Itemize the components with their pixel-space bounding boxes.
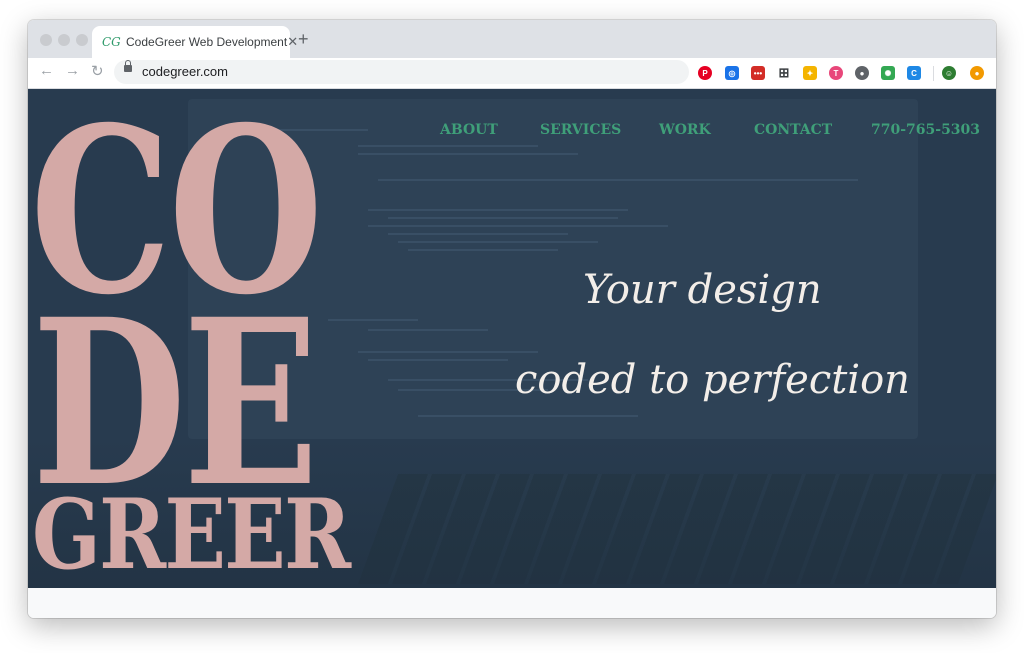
background-code-line [358, 351, 538, 353]
tagline-line-2: coded to perfection [515, 357, 910, 403]
toolbar-separator [933, 66, 934, 81]
background-code-line [368, 359, 508, 361]
page-viewport: CO DE GREER ABOUT SERVICES WORK CONTACT … [28, 89, 996, 618]
background-code-line [388, 217, 618, 219]
pinwheel-extension-icon[interactable]: ✺ [881, 66, 895, 80]
background-code-line [378, 179, 858, 181]
back-arrow-icon[interactable]: ← [39, 62, 54, 79]
profile-avatar-icon[interactable]: ☺ [942, 66, 956, 80]
tab-close-icon[interactable]: ✕ [287, 34, 298, 50]
close-window-button[interactable] [40, 34, 52, 46]
forward-arrow-icon[interactable]: → [65, 62, 80, 79]
t-extension-icon[interactable]: T [829, 66, 843, 80]
lock-icon [124, 60, 132, 72]
orange-extension-icon[interactable]: ● [970, 66, 984, 80]
browser-tab[interactable]: CG CodeGreer Web Development ✕ [92, 26, 298, 58]
address-bar[interactable]: codegreer.com ☆ [114, 60, 764, 84]
background-code-line [358, 145, 538, 147]
url-text[interactable]: codegreer.com [142, 64, 228, 79]
browser-toolbar: ← → ↻ codegreer.com ☆ P ◎ ••• ⊞ ✦ T ● ✺ C ☺ ● [28, 58, 996, 89]
zoom-window-button[interactable] [76, 34, 88, 46]
plus-icon[interactable]: + [298, 29, 309, 50]
background-code-line [408, 249, 558, 251]
nav-contact-link[interactable]: CONTACT [754, 122, 832, 138]
tab-bar: CG CodeGreer Web Development ✕ + [28, 20, 996, 58]
nav-services-link[interactable]: SERVICES [540, 122, 621, 138]
nav-phone-link[interactable]: 770-765-5303 [871, 122, 980, 138]
background-code-line [398, 241, 598, 243]
nav-work-link[interactable]: WORK [659, 122, 711, 138]
pinterest-icon[interactable]: P [698, 66, 712, 80]
minimize-window-button[interactable] [58, 34, 70, 46]
background-code-line [418, 415, 638, 417]
c-extension-icon[interactable]: C [907, 66, 921, 80]
tab-title: CodeGreer Web Development [126, 35, 288, 49]
background-code-line [388, 233, 568, 235]
circle-extension-icon[interactable]: ● [855, 66, 869, 80]
background-code-line [328, 319, 418, 321]
lastpass-icon[interactable]: ••• [751, 66, 765, 80]
reload-icon[interactable]: ↻ [91, 62, 104, 80]
favicon-icon: CG [102, 35, 121, 49]
nav-about-link[interactable]: ABOUT [440, 122, 498, 138]
background-code-line [358, 153, 578, 155]
safari-compass-icon[interactable]: ◎ [725, 66, 739, 80]
background-code-line [368, 329, 488, 331]
grid-icon[interactable]: ⊞ [777, 65, 791, 80]
hero-section: CO DE GREER ABOUT SERVICES WORK CONTACT … [28, 89, 996, 588]
colorful-extension-icon[interactable]: ✦ [803, 66, 817, 80]
logo-line-greer[interactable]: GREER [32, 487, 351, 583]
background-code-line [368, 225, 668, 227]
tagline-line-1: Your design [583, 267, 822, 313]
browser-window: CG CodeGreer Web Development ✕ + ← → ↻ c… [28, 20, 996, 618]
background-code-line [368, 209, 628, 211]
